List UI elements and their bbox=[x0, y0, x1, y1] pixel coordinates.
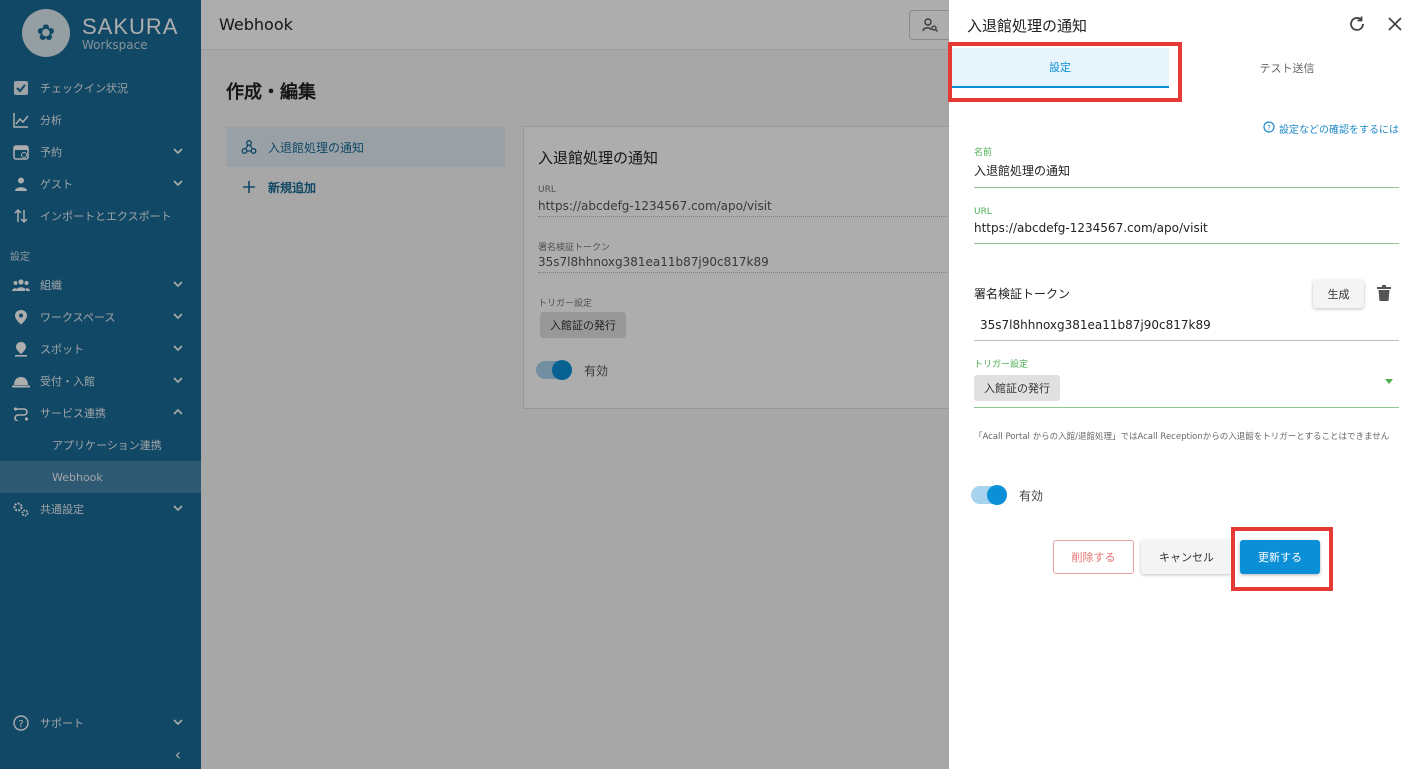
tab-test-send[interactable]: テスト送信 bbox=[1169, 48, 1405, 88]
url-field[interactable]: URL https://abcdefg-1234567.com/apo/visi… bbox=[974, 207, 1399, 244]
toggle-switch bbox=[971, 485, 1007, 505]
url-field-label: URL bbox=[974, 207, 992, 217]
refresh-icon[interactable] bbox=[1347, 14, 1367, 34]
trigger-select-label: トリガー設定 bbox=[974, 360, 1029, 370]
cancel-button[interactable]: キャンセル bbox=[1141, 540, 1232, 574]
trigger-note: 「Acall Portal からの入館/退館処理」ではAcall Recepti… bbox=[974, 432, 1390, 442]
trigger-select[interactable]: トリガー設定 入館証の発行 bbox=[974, 357, 1399, 408]
enabled-toggle[interactable]: 有効 bbox=[971, 485, 1044, 505]
close-icon[interactable] bbox=[1385, 14, 1405, 34]
modal-backdrop[interactable] bbox=[0, 0, 949, 769]
edit-drawer: 入退館処理の通知 設定 テスト送信 ? 設定などの確認をするには 名前 入退館処… bbox=[949, 0, 1421, 769]
annotation-highlight-settings-tab bbox=[948, 42, 1182, 102]
delete-button[interactable]: 削除する bbox=[1053, 540, 1134, 574]
annotation-highlight-update-button bbox=[1231, 527, 1333, 591]
enabled-label: 有効 bbox=[1019, 488, 1044, 503]
name-field-label: 名前 bbox=[974, 148, 993, 158]
token-field-value[interactable]: 35s7l8hhnoxg381ea11b87j90c817k89 bbox=[974, 310, 1399, 341]
name-field-value[interactable]: 入退館処理の通知 bbox=[974, 158, 1399, 188]
dropdown-arrow-icon bbox=[1385, 379, 1393, 384]
token-label: 署名検証トークン bbox=[974, 287, 1071, 301]
drawer-title: 入退館処理の通知 bbox=[967, 16, 1088, 35]
generate-token-button[interactable]: 生成 bbox=[1313, 280, 1364, 308]
url-field-value[interactable]: https://abcdefg-1234567.com/apo/visit bbox=[974, 217, 1399, 244]
help-link[interactable]: ? 設定などの確認をするには bbox=[1263, 121, 1399, 136]
trigger-chip[interactable]: 入館証の発行 bbox=[974, 375, 1060, 401]
help-link-label: 設定などの確認をするには bbox=[1279, 125, 1399, 136]
trash-icon[interactable] bbox=[1377, 285, 1393, 303]
help-circle-icon: ? bbox=[1263, 121, 1275, 136]
svg-text:?: ? bbox=[1267, 124, 1271, 132]
name-field[interactable]: 名前 入退館処理の通知 bbox=[974, 145, 1399, 188]
